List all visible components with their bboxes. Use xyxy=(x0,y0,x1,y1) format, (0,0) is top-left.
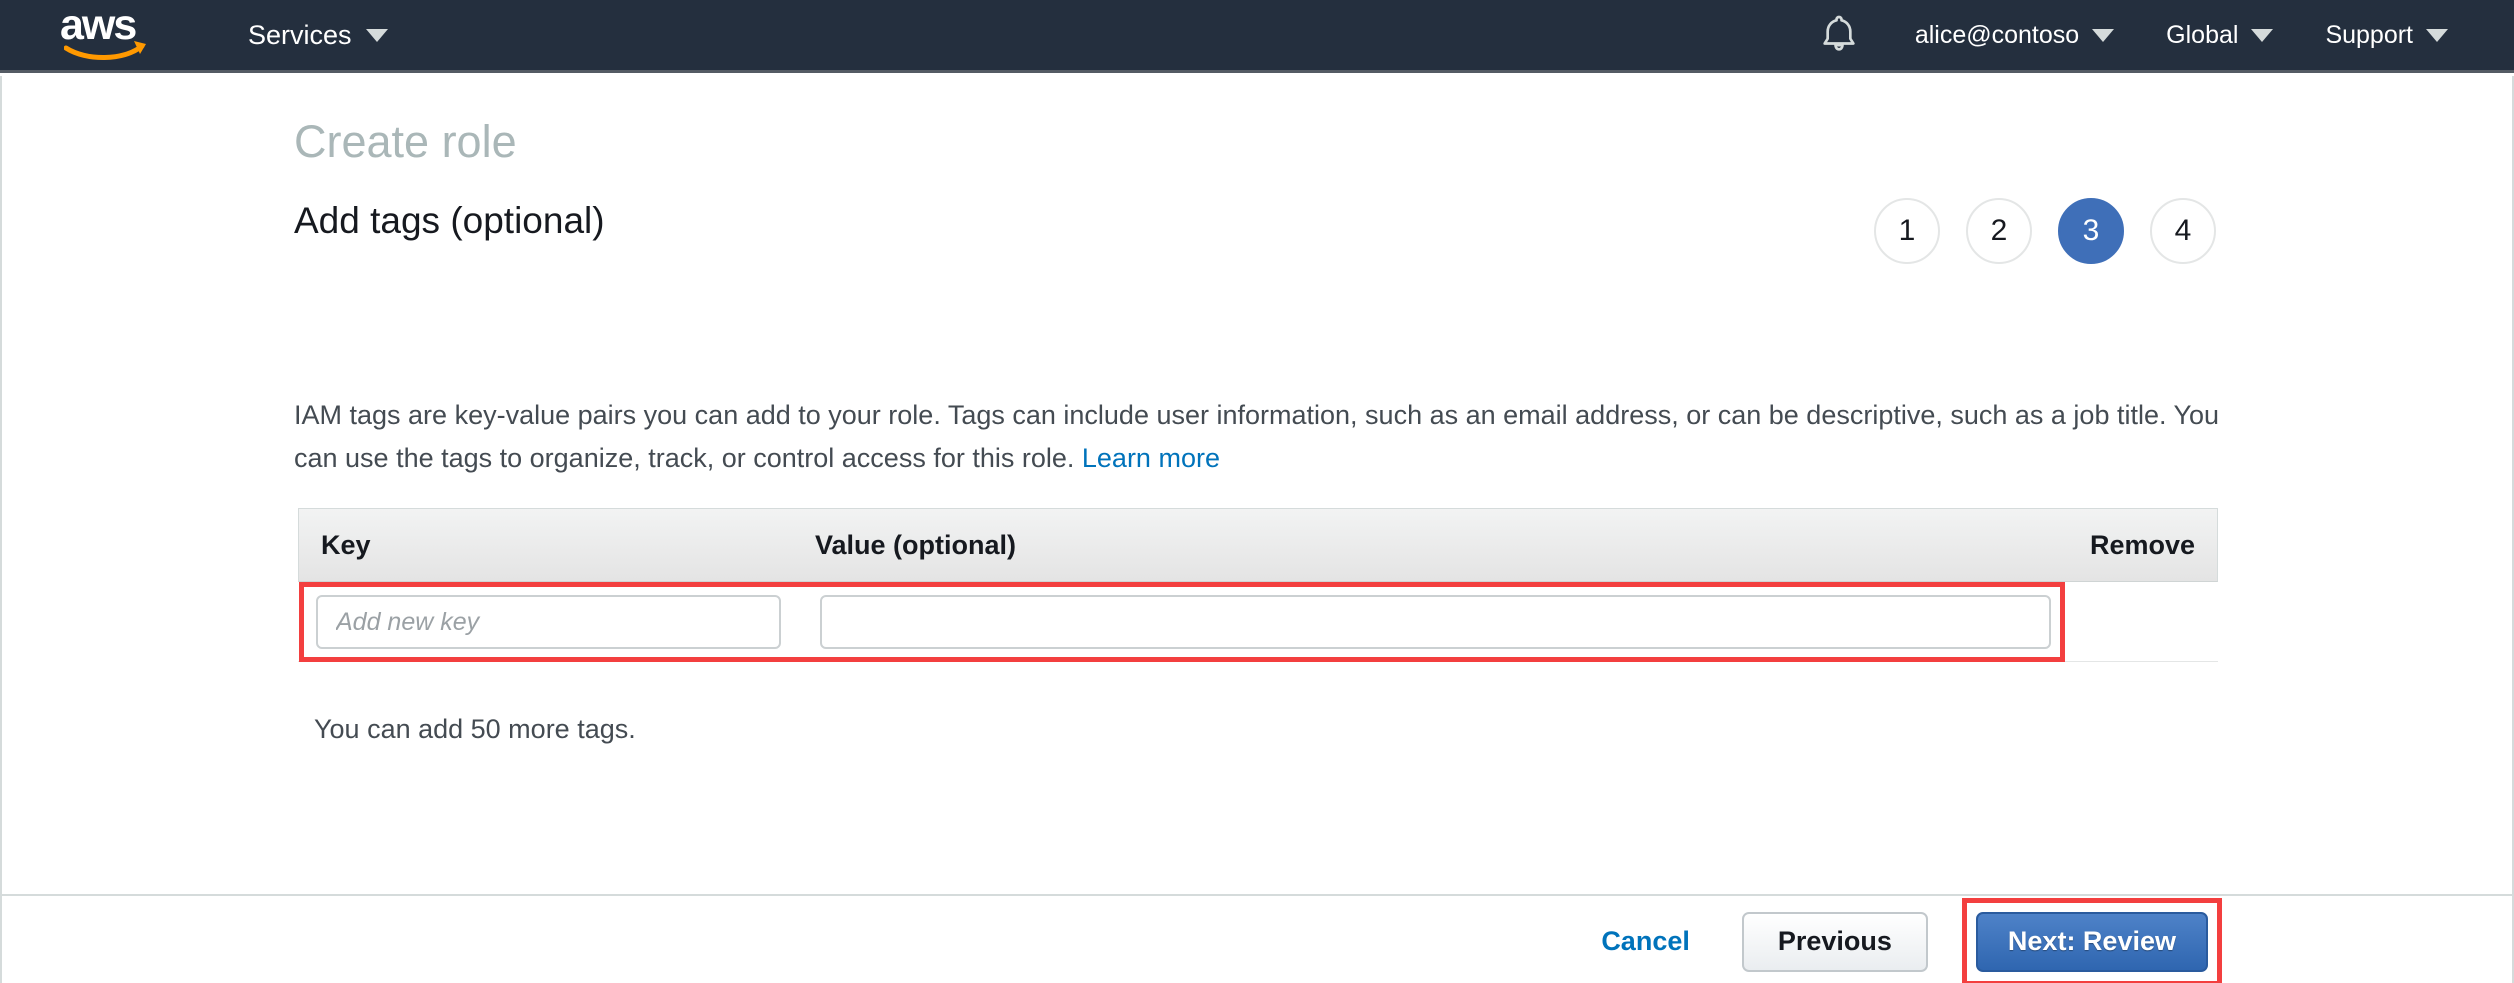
chevron-down-icon xyxy=(2092,29,2114,42)
learn-more-link[interactable]: Learn more xyxy=(1082,443,1220,473)
aws-wordmark: aws xyxy=(60,7,135,43)
wizard-step-2[interactable]: 2 xyxy=(1966,198,2032,264)
services-label: Services xyxy=(248,20,352,51)
tags-table-header: Key Value (optional) Remove xyxy=(298,508,2218,582)
wizard-step-indicator: 1 2 3 4 xyxy=(1874,198,2216,264)
remaining-tags-note: You can add 50 more tags. xyxy=(314,714,636,745)
footer-divider xyxy=(2,894,2512,896)
description-text: IAM tags are key-value pairs you can add… xyxy=(294,394,2224,480)
tag-value-input[interactable] xyxy=(820,595,2051,649)
tags-table-row xyxy=(298,582,2218,662)
page-header: Create role Add tags (optional) xyxy=(294,100,2220,210)
next-review-button[interactable]: Next: Review xyxy=(1976,912,2208,972)
tag-key-input[interactable] xyxy=(316,595,781,649)
aws-smile-icon xyxy=(64,39,150,61)
aws-logo[interactable]: aws xyxy=(60,9,156,61)
notifications-button[interactable] xyxy=(1789,13,1889,57)
global-navigation-bar: aws Services alice@contoso Glo xyxy=(0,0,2514,73)
previous-button[interactable]: Previous xyxy=(1742,912,1928,972)
region-label: Global xyxy=(2166,21,2238,50)
column-header-key: Key xyxy=(321,530,371,561)
wizard-step-1[interactable]: 1 xyxy=(1874,198,1940,264)
account-label: alice@contoso xyxy=(1915,21,2079,50)
nav-right-group: alice@contoso Global Support xyxy=(1789,13,2514,57)
column-header-remove: Remove xyxy=(2090,530,2195,561)
chevron-down-icon xyxy=(2426,29,2448,42)
aws-console-page: aws Services alice@contoso Glo xyxy=(0,0,2514,983)
support-label: Support xyxy=(2325,21,2413,50)
cancel-button[interactable]: Cancel xyxy=(1577,912,1714,971)
description-body: IAM tags are key-value pairs you can add… xyxy=(294,400,2219,473)
services-menu[interactable]: Services xyxy=(248,20,388,51)
wizard-footer-actions: Cancel Previous Next: Review xyxy=(2,900,2512,983)
column-header-value: Value (optional) xyxy=(815,530,1016,561)
tags-table: Key Value (optional) Remove xyxy=(298,508,2218,662)
next-button-highlight-annotation: Next: Review xyxy=(1962,898,2222,983)
account-menu[interactable]: alice@contoso xyxy=(1889,21,2140,50)
page-body: Create role Add tags (optional) 1 2 3 4 … xyxy=(0,76,2514,983)
wizard-step-3[interactable]: 3 xyxy=(2058,198,2124,264)
notifications-bell-icon xyxy=(1819,13,1859,57)
support-menu[interactable]: Support xyxy=(2299,21,2474,50)
chevron-down-icon xyxy=(366,29,388,42)
page-title: Create role xyxy=(294,100,2220,169)
chevron-down-icon xyxy=(2251,29,2273,42)
wizard-step-4[interactable]: 4 xyxy=(2150,198,2216,264)
region-menu[interactable]: Global xyxy=(2140,21,2299,50)
